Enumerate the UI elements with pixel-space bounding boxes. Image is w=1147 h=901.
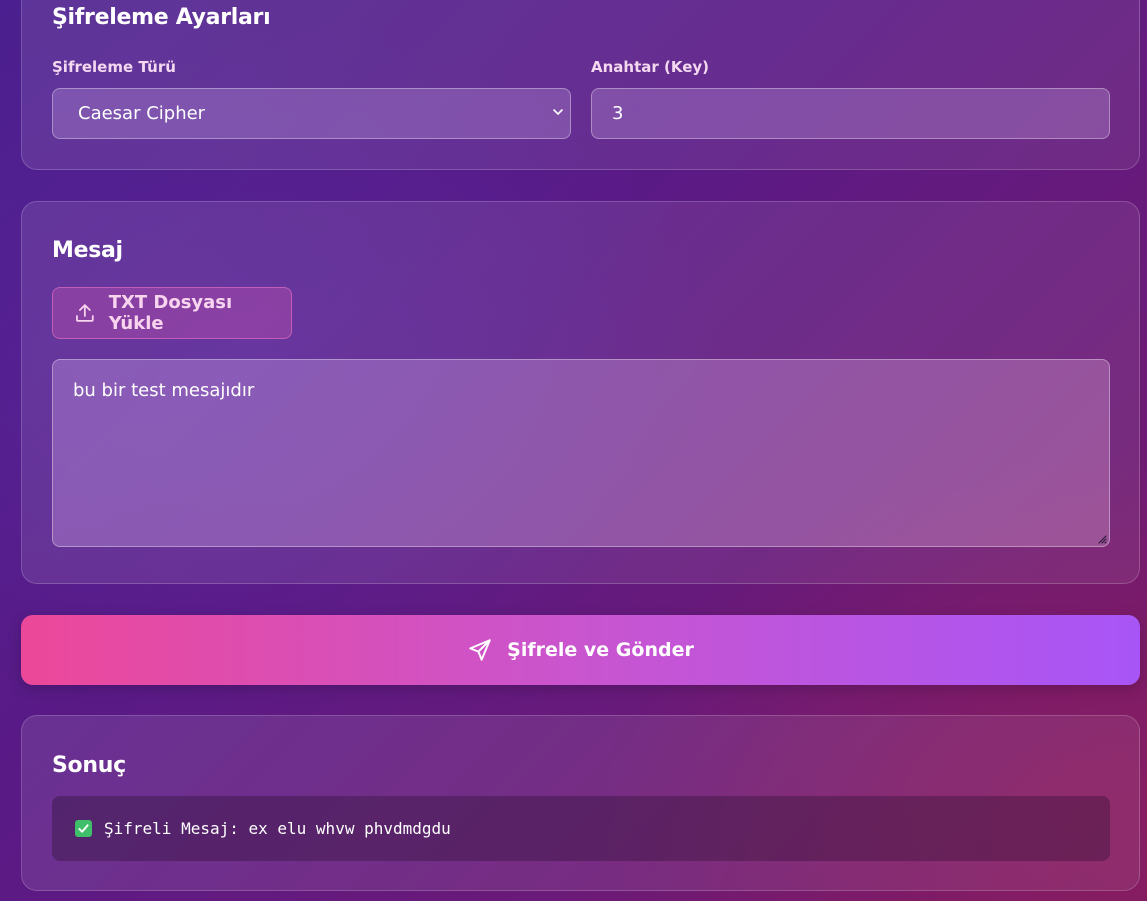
key-input[interactable]: 3 [591, 88, 1110, 139]
message-textarea[interactable]: bu bir test mesajıdır [52, 359, 1110, 547]
message-title: Mesaj [52, 238, 123, 263]
chevron-down-icon [553, 109, 563, 115]
send-icon [469, 639, 491, 661]
encryption-settings-card: Şifreleme Ayarları Şifreleme Türü Caesar… [21, 0, 1140, 170]
settings-title: Şifreleme Ayarları [52, 5, 271, 30]
result-card: Sonuç Şifreli Mesaj: ex elu whvw phvdmdg… [21, 715, 1140, 891]
result-text: Şifreli Mesaj: ex elu whvw phvdmdgdu [104, 819, 451, 838]
key-value: 3 [612, 103, 624, 124]
result-output: Şifreli Mesaj: ex elu whvw phvdmdgdu [52, 796, 1110, 861]
encrypt-send-label: Şifrele ve Gönder [507, 639, 694, 661]
check-box-icon [75, 820, 92, 837]
encrypt-send-button[interactable]: Şifrele ve Gönder [21, 615, 1140, 685]
message-card: Mesaj TXT Dosyası Yükle bu bir test mesa… [21, 201, 1140, 584]
upload-txt-button[interactable]: TXT Dosyası Yükle [52, 287, 292, 339]
message-text: bu bir test mesajıdır [73, 380, 255, 401]
resize-handle-icon[interactable] [1097, 534, 1107, 544]
cipher-type-label: Şifreleme Türü [52, 58, 176, 76]
upload-txt-label: TXT Dosyası Yükle [108, 292, 233, 334]
upload-icon [76, 304, 94, 322]
result-title: Sonuç [52, 753, 126, 778]
cipher-type-select[interactable]: Caesar Cipher [52, 88, 571, 139]
key-label: Anahtar (Key) [591, 58, 710, 76]
cipher-type-value: Caesar Cipher [78, 103, 206, 124]
